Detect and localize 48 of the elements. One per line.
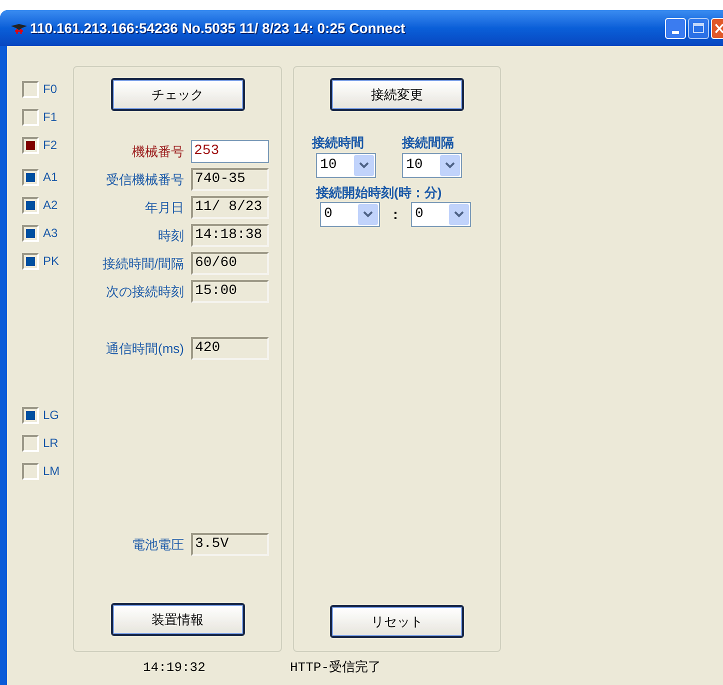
time-separator: : (392, 205, 399, 224)
indicator-label: LM (43, 463, 60, 480)
dropdown-label: 接続時間 (312, 134, 364, 152)
indicator-label: PK (43, 253, 60, 270)
indicator-label: LG (43, 407, 60, 424)
field-label: 接続時間/間隔 (102, 254, 184, 273)
device-info-button[interactable]: 装置情報 (110, 603, 244, 636)
field-label: 電池電圧 (132, 536, 184, 554)
minimize-button[interactable] (665, 18, 686, 38)
input-field[interactable]: 253 (191, 140, 269, 163)
dropdown[interactable]: 10 (402, 152, 462, 178)
dropdown-value: 10 (319, 156, 338, 174)
app-icon (10, 21, 28, 35)
dropdown[interactable]: 0 (320, 202, 380, 227)
readonly-field: 60/60 (191, 252, 269, 275)
status-message: HTTP-受信完了 (290, 659, 382, 677)
window-title: 110.161.213.166:54236 No.5035 11/ 8/23 14: 0:25 Connect (30, 18, 406, 38)
maximize-button[interactable] (688, 18, 709, 38)
dropdown-value: 10 (405, 156, 424, 174)
field-label: 通信時間(ms) (106, 340, 184, 358)
dropdown[interactable]: 0 (411, 202, 471, 227)
dropdown[interactable]: 10 (316, 152, 376, 178)
readonly-field: 420 (191, 337, 269, 360)
readonly-field: 14:18:38 (191, 224, 269, 247)
field-label: 受信機械番号 (106, 170, 184, 189)
indicator-label: F1 (43, 109, 58, 126)
check-button[interactable]: チェック (110, 78, 244, 111)
reset-button[interactable]: リセット (330, 605, 464, 638)
field-label: 次の接続時刻 (106, 282, 184, 301)
readonly-field: 740-35 (191, 168, 269, 191)
status-time: 14:19:32 (143, 659, 206, 677)
field-label: 時刻 (158, 226, 184, 245)
indicator-label: F0 (43, 81, 58, 98)
indicator-label: F2 (43, 137, 58, 154)
indicator-label: A1 (43, 169, 58, 186)
indicator-label: A2 (43, 197, 58, 214)
connection-change-button[interactable]: 接続変更 (330, 78, 464, 111)
dropdown-label: 接続間隔 (402, 134, 454, 152)
dropdown-value: 0 (414, 205, 424, 224)
dropdown-value: 0 (323, 205, 334, 224)
readonly-field: 3.5V (191, 533, 269, 556)
start-time-label: 接続開始時刻(時：分) (316, 184, 443, 202)
indicator-label: LR (43, 435, 58, 452)
field-label: 年月日 (145, 198, 184, 217)
field-label: 機械番号 (132, 142, 184, 161)
readonly-field: 15:00 (191, 280, 269, 303)
readonly-field: 11/ 8/23 (191, 196, 269, 219)
indicator-label: A3 (43, 225, 58, 242)
